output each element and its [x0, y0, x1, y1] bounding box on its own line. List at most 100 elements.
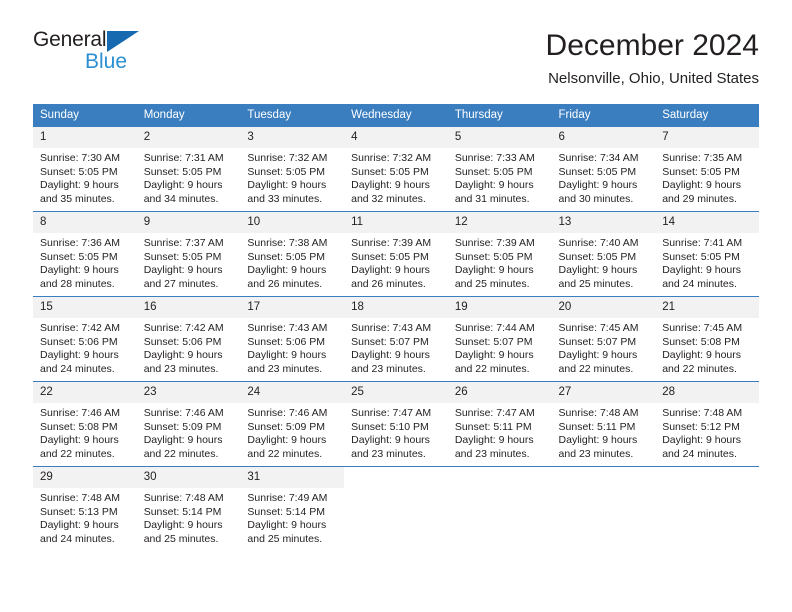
sunrise-text: Sunrise: 7:44 AM	[454, 322, 535, 334]
day-number	[448, 467, 552, 488]
daylight-text-line2: and 22 minutes.	[454, 362, 530, 375]
week-row: 22 Sunrise: 7:46 AM Sunset: 5:08 PM Dayl…	[33, 381, 759, 467]
day-number: 23	[136, 382, 241, 403]
weekday-header-row: Sunday Monday Tuesday Wednesday Thursday…	[33, 104, 759, 127]
daylight-text-line1: Daylight: 9 hours	[247, 349, 327, 362]
logo-word-general: General	[33, 28, 107, 51]
sunset-text: Sunset: 5:11 PM	[454, 420, 532, 433]
day-cell[interactable]: 3 Sunrise: 7:32 AM Sunset: 5:05 PM Dayli…	[240, 127, 345, 212]
day-details: Sunrise: 7:42 AM Sunset: 5:06 PM Dayligh…	[137, 318, 241, 376]
day-cell[interactable]: 17 Sunrise: 7:43 AM Sunset: 5:06 PM Dayl…	[240, 296, 345, 382]
daylight-text-line1: Daylight: 9 hours	[454, 434, 534, 447]
day-cell[interactable]: 12 Sunrise: 7:39 AM Sunset: 5:05 PM Dayl…	[447, 211, 552, 297]
day-details: Sunrise: 7:46 AM Sunset: 5:09 PM Dayligh…	[137, 403, 241, 461]
weekday-header-saturday: Saturday	[655, 104, 759, 127]
day-number: 14	[655, 212, 759, 233]
day-cell[interactable]: 7 Sunrise: 7:35 AM Sunset: 5:05 PM Dayli…	[655, 127, 759, 212]
daylight-text-line1: Daylight: 9 hours	[558, 434, 638, 447]
sunrise-text: Sunrise: 7:31 AM	[143, 152, 224, 164]
day-details: Sunrise: 7:35 AM Sunset: 5:05 PM Dayligh…	[655, 148, 759, 206]
day-details: Sunrise: 7:43 AM Sunset: 5:07 PM Dayligh…	[344, 318, 448, 376]
daylight-text-line1: Daylight: 9 hours	[662, 434, 742, 447]
day-cell[interactable]: 8 Sunrise: 7:36 AM Sunset: 5:05 PM Dayli…	[33, 211, 137, 297]
day-cell[interactable]: 4 Sunrise: 7:32 AM Sunset: 5:05 PM Dayli…	[344, 127, 448, 212]
sunset-text: Sunset: 5:05 PM	[454, 165, 533, 178]
logo-triangle-icon	[107, 31, 139, 52]
daylight-text-line2: and 26 minutes.	[247, 277, 323, 290]
day-cell[interactable]: 11 Sunrise: 7:39 AM Sunset: 5:05 PM Dayl…	[344, 211, 448, 297]
daylight-text-line2: and 23 minutes.	[351, 362, 426, 375]
general-blue-logo[interactable]: General Blue	[33, 28, 253, 84]
day-cell[interactable]: 25 Sunrise: 7:47 AM Sunset: 5:10 PM Dayl…	[344, 381, 448, 467]
daylight-text-line2: and 23 minutes.	[351, 447, 426, 460]
day-number: 13	[551, 212, 656, 233]
day-cell[interactable]: 19 Sunrise: 7:44 AM Sunset: 5:07 PM Dayl…	[447, 296, 552, 382]
day-cell[interactable]: 6 Sunrise: 7:34 AM Sunset: 5:05 PM Dayli…	[551, 127, 656, 212]
day-cell[interactable]: 1 Sunrise: 7:30 AM Sunset: 5:05 PM Dayli…	[33, 127, 137, 212]
daylight-text-line2: and 24 minutes.	[40, 532, 115, 545]
daylight-text-line1: Daylight: 9 hours	[143, 179, 223, 192]
day-details: Sunrise: 7:47 AM Sunset: 5:11 PM Dayligh…	[448, 403, 552, 461]
sunset-text: Sunset: 5:05 PM	[558, 165, 637, 178]
day-details: Sunrise: 7:31 AM Sunset: 5:05 PM Dayligh…	[137, 148, 241, 206]
day-cell[interactable]: 18 Sunrise: 7:43 AM Sunset: 5:07 PM Dayl…	[344, 296, 448, 382]
day-number: 27	[551, 382, 656, 403]
day-number: 8	[33, 212, 137, 233]
logo-text-blue: Blue	[85, 50, 128, 73]
daylight-text-line1: Daylight: 9 hours	[558, 264, 638, 277]
day-cell[interactable]: 20 Sunrise: 7:45 AM Sunset: 5:07 PM Dayl…	[551, 296, 656, 382]
day-cell[interactable]: 24 Sunrise: 7:46 AM Sunset: 5:09 PM Dayl…	[240, 381, 345, 467]
day-cell[interactable]: 27 Sunrise: 7:48 AM Sunset: 5:11 PM Dayl…	[551, 381, 656, 467]
day-cell[interactable]: 2 Sunrise: 7:31 AM Sunset: 5:05 PM Dayli…	[136, 127, 241, 212]
daylight-text-line2: and 27 minutes.	[143, 277, 219, 290]
day-details: Sunrise: 7:36 AM Sunset: 5:05 PM Dayligh…	[33, 233, 137, 291]
weekday-header-thursday: Thursday	[447, 104, 552, 127]
sunset-text: Sunset: 5:11 PM	[558, 420, 636, 433]
daylight-text-line2: and 25 minutes.	[558, 277, 634, 290]
day-cell[interactable]: 16 Sunrise: 7:42 AM Sunset: 5:06 PM Dayl…	[136, 296, 241, 382]
sunset-text: Sunset: 5:10 PM	[351, 420, 429, 433]
sunrise-text: Sunrise: 7:30 AM	[40, 152, 120, 164]
sunset-text: Sunset: 5:07 PM	[454, 335, 533, 348]
sunrise-text: Sunrise: 7:32 AM	[351, 152, 432, 164]
daylight-text-line2: and 30 minutes.	[558, 192, 634, 205]
day-cell[interactable]: 29 Sunrise: 7:48 AM Sunset: 5:13 PM Dayl…	[33, 466, 137, 551]
page-title: December 2024	[545, 29, 759, 62]
day-number: 17	[240, 297, 345, 318]
calendar-body: 1 Sunrise: 7:30 AM Sunset: 5:05 PM Dayli…	[33, 127, 759, 551]
day-number: 6	[551, 127, 656, 148]
weekday-header-monday: Monday	[136, 104, 241, 127]
sunrise-text: Sunrise: 7:45 AM	[558, 322, 639, 334]
sunset-text: Sunset: 5:05 PM	[247, 165, 326, 178]
daylight-text-line2: and 22 minutes.	[558, 362, 634, 375]
day-details: Sunrise: 7:37 AM Sunset: 5:05 PM Dayligh…	[137, 233, 241, 291]
day-cell[interactable]: 31 Sunrise: 7:49 AM Sunset: 5:14 PM Dayl…	[240, 466, 345, 551]
day-cell[interactable]: 13 Sunrise: 7:40 AM Sunset: 5:05 PM Dayl…	[551, 211, 656, 297]
sunrise-text: Sunrise: 7:41 AM	[662, 237, 743, 249]
day-cell[interactable]: 26 Sunrise: 7:47 AM Sunset: 5:11 PM Dayl…	[447, 381, 552, 467]
day-number: 12	[447, 212, 552, 233]
daylight-text-line1: Daylight: 9 hours	[454, 264, 534, 277]
day-cell[interactable]: 21 Sunrise: 7:45 AM Sunset: 5:08 PM Dayl…	[655, 296, 759, 382]
day-cell[interactable]: 30 Sunrise: 7:48 AM Sunset: 5:14 PM Dayl…	[136, 466, 241, 551]
daylight-text-line2: and 22 minutes.	[662, 362, 737, 375]
sunrise-text: Sunrise: 7:32 AM	[247, 152, 328, 164]
daylight-text-line1: Daylight: 9 hours	[40, 434, 119, 447]
day-details: Sunrise: 7:46 AM Sunset: 5:09 PM Dayligh…	[240, 403, 344, 461]
day-cell-empty	[655, 466, 759, 551]
day-cell[interactable]: 10 Sunrise: 7:38 AM Sunset: 5:05 PM Dayl…	[240, 211, 345, 297]
week-row: 8 Sunrise: 7:36 AM Sunset: 5:05 PM Dayli…	[33, 211, 759, 297]
week-row: 29 Sunrise: 7:48 AM Sunset: 5:13 PM Dayl…	[33, 466, 759, 551]
day-cell[interactable]: 22 Sunrise: 7:46 AM Sunset: 5:08 PM Dayl…	[33, 381, 137, 467]
day-cell[interactable]: 5 Sunrise: 7:33 AM Sunset: 5:05 PM Dayli…	[447, 127, 552, 212]
day-cell[interactable]: 28 Sunrise: 7:48 AM Sunset: 5:12 PM Dayl…	[655, 381, 759, 467]
day-details: Sunrise: 7:38 AM Sunset: 5:05 PM Dayligh…	[240, 233, 344, 291]
day-details: Sunrise: 7:44 AM Sunset: 5:07 PM Dayligh…	[448, 318, 552, 376]
day-cell[interactable]: 9 Sunrise: 7:37 AM Sunset: 5:05 PM Dayli…	[136, 211, 241, 297]
day-cell[interactable]: 23 Sunrise: 7:46 AM Sunset: 5:09 PM Dayl…	[136, 381, 241, 467]
day-cell[interactable]: 15 Sunrise: 7:42 AM Sunset: 5:06 PM Dayl…	[33, 296, 137, 382]
day-cell[interactable]: 14 Sunrise: 7:41 AM Sunset: 5:05 PM Dayl…	[655, 211, 759, 297]
sunrise-text: Sunrise: 7:40 AM	[558, 237, 639, 249]
daylight-text-line1: Daylight: 9 hours	[662, 179, 742, 192]
weekday-header-wednesday: Wednesday	[344, 104, 448, 127]
